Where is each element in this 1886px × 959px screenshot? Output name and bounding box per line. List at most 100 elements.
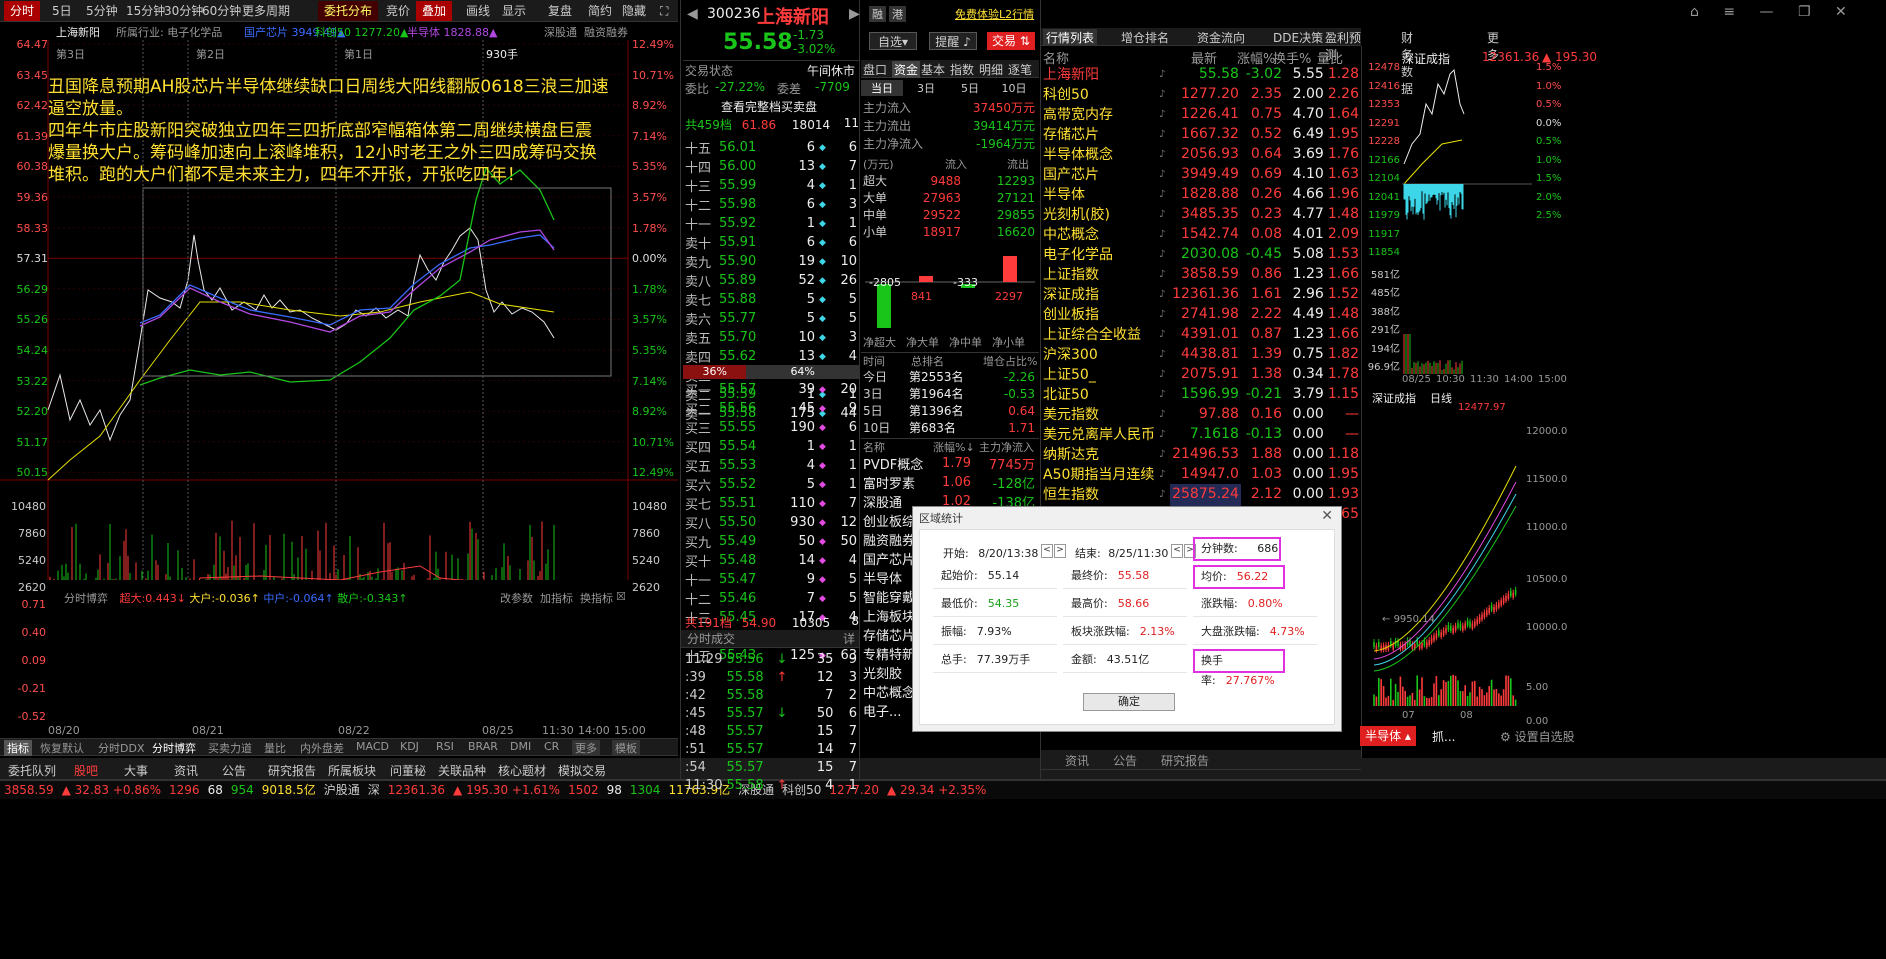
next-stock-icon[interactable]: ▶ xyxy=(849,6,860,22)
ind-tab[interactable]: 分时博弈 xyxy=(152,740,196,756)
bottom-tab[interactable]: 研究报告 xyxy=(268,762,316,779)
watch-row[interactable]: 电子化学品 ♪ 2030.08 -0.45 5.08 1.53 xyxy=(1041,244,1361,264)
watch-row[interactable]: 深证成指 ♪ 12361.36 1.61 2.96 1.52 xyxy=(1041,284,1361,304)
fullscreen-icon[interactable]: ⛶ xyxy=(654,1,674,21)
bell-icon[interactable]: ♪ xyxy=(1157,444,1170,464)
bell-icon[interactable]: ♪ xyxy=(1157,344,1170,364)
overlay-star50[interactable]: 科创50 1277.20▲ xyxy=(315,24,408,40)
buy-level[interactable]: 买五 55.53 4 ◆ 1 xyxy=(683,456,859,475)
close-window-icon[interactable]: ✕ xyxy=(1835,4,1847,20)
watch-row[interactable]: 光刻机(胶) ♪ 3485.35 0.23 4.77 1.48 xyxy=(1041,204,1361,224)
link-margin[interactable]: 融资融券 xyxy=(584,24,628,40)
tool-order-dist[interactable]: 委托分布 xyxy=(318,1,379,21)
watch-row[interactable]: 上海新阳 ♪ 55.58 -3.02 5.55 1.28 xyxy=(1041,64,1361,84)
tool-replay[interactable]: 复盘 xyxy=(542,1,578,21)
alert-button[interactable]: 提醒 ♪ xyxy=(929,32,977,50)
bell-icon[interactable]: ♪ xyxy=(1157,144,1170,164)
mini-intraday-chart[interactable] xyxy=(1402,64,1532,380)
watch-row[interactable]: A50期指当月连续 ♪ 14947.0 1.03 0.00 1.95 xyxy=(1041,464,1361,484)
bell-icon[interactable]: ♪ xyxy=(1157,484,1170,504)
start-prev-button[interactable]: < xyxy=(1041,544,1053,558)
tag-gang[interactable]: 港 xyxy=(889,6,906,22)
bell-icon[interactable]: ♪ xyxy=(1157,164,1170,184)
bottom-tab[interactable]: 委托队列 xyxy=(8,762,56,779)
sell-level[interactable]: 十三 55.99 4 ◆ 1 xyxy=(683,176,859,195)
grab-button[interactable]: 抓... xyxy=(1432,728,1455,745)
watch-row[interactable]: 科创50 ♪ 1277.20 2.35 2.00 2.26 xyxy=(1041,84,1361,104)
overlay-semi[interactable]: 半导体 1828.88▲ xyxy=(407,24,497,40)
skin-icon[interactable]: ⌂ xyxy=(1690,4,1699,20)
ind-tab[interactable]: 买卖力道 xyxy=(208,740,252,756)
full-book-button[interactable]: 查看完整档买卖盘 xyxy=(721,98,817,115)
concept-row[interactable]: PVDF概念 1.79 7745万 xyxy=(861,454,1037,473)
watch-row[interactable]: 高带宽内存 ♪ 1226.41 0.75 4.70 1.64 xyxy=(1041,104,1361,124)
watch-tab[interactable]: 资金流向 xyxy=(1197,29,1245,46)
buy-level[interactable]: 十二 55.46 7 ◆ 5 xyxy=(683,589,859,608)
buy-level[interactable]: 买三 55.55 190 ◆ 6 xyxy=(683,418,859,437)
l2-trial-link[interactable]: 免费体验L2行情 xyxy=(955,6,1034,22)
period-5min[interactable]: 5分钟 xyxy=(80,1,124,21)
link-sgt[interactable]: 深股通 xyxy=(544,24,577,40)
bell-icon[interactable]: ♪ xyxy=(1157,384,1170,404)
watch-row[interactable]: 半导体 ♪ 1828.88 0.26 4.66 1.96 xyxy=(1041,184,1361,204)
ind-tab[interactable]: 恢复默认 xyxy=(40,740,84,756)
bell-icon[interactable]: ♪ xyxy=(1157,424,1170,444)
maximize-icon[interactable]: ❐ xyxy=(1798,4,1811,20)
bell-icon[interactable]: ♪ xyxy=(1157,124,1170,144)
bell-icon[interactable]: ♪ xyxy=(1157,464,1170,484)
ind-tab[interactable]: MACD xyxy=(356,740,389,753)
bell-icon[interactable]: ♪ xyxy=(1157,324,1170,344)
semi-sector-button[interactable]: 半导体 ▴ xyxy=(1360,726,1416,746)
watch-row[interactable]: 上证综合全收益 ♪ 4391.01 0.87 1.23 1.66 xyxy=(1041,324,1361,344)
bell-icon[interactable]: ♪ xyxy=(1157,84,1170,104)
bell-icon[interactable]: ♪ xyxy=(1157,184,1170,204)
sell-level[interactable]: 卖五 55.70 10 ◆ 3 xyxy=(683,328,859,347)
buy-level[interactable]: 买七 55.51 110 ◆ 7 xyxy=(683,494,859,513)
settings-watchlist[interactable]: ⚙ 设置自选股 xyxy=(1500,728,1575,745)
watch-row[interactable]: 国产芯片 ♪ 3949.49 0.69 4.10 1.63 xyxy=(1041,164,1361,184)
watch-row[interactable]: 北证50 ♪ 1596.99 -0.21 3.79 1.15 xyxy=(1041,384,1361,404)
ind-add[interactable]: 加指标 xyxy=(540,590,573,606)
buy-level[interactable]: 买十 55.48 14 ◆ 4 xyxy=(683,551,859,570)
ind-tab[interactable]: KDJ xyxy=(400,740,419,753)
ind-tab[interactable]: CR xyxy=(544,740,559,753)
sell-level[interactable]: 卖六 55.77 5 ◆ 5 xyxy=(683,309,859,328)
buy-level[interactable]: 十一 55.47 9 ◆ 5 xyxy=(683,570,859,589)
flow-day-tab[interactable]: 10日 xyxy=(993,80,1035,96)
buy-level[interactable]: 买四 55.54 1 ◆ 1 xyxy=(683,437,859,456)
bell-icon[interactable]: ♪ xyxy=(1157,104,1170,124)
kline-chart[interactable] xyxy=(1366,406,1526,716)
watch-row[interactable]: 美元兑离岸人民币 ♪ 7.1618 -0.13 0.00— xyxy=(1041,424,1361,444)
bottom-tab[interactable]: 股吧 xyxy=(74,762,98,779)
buy-level[interactable]: 买六 55.52 5 ◆ 1 xyxy=(683,475,859,494)
sell-level[interactable]: 卖九 55.90 19 ◆ 10 xyxy=(683,252,859,271)
buy-level[interactable]: 买一 55.57 39 ◆ 20 xyxy=(683,380,859,399)
flow-day-tab[interactable]: 5日 xyxy=(949,80,991,96)
bottom-tab[interactable]: 资讯 xyxy=(174,762,198,779)
watch-bottom-tab[interactable]: 资讯 xyxy=(1065,752,1089,769)
flow-tab[interactable]: 盘口 xyxy=(863,61,887,78)
watch-tab[interactable]: 增仓排名 xyxy=(1121,29,1169,46)
ind-tab[interactable]: 更多 xyxy=(572,740,600,756)
chart-industry[interactable]: 所属行业: 电子化学品 xyxy=(116,24,222,40)
ind-param[interactable]: 改参数 xyxy=(500,590,533,606)
prev-stock-icon[interactable]: ◀ xyxy=(687,6,698,22)
watch-tab[interactable]: 行情列表 xyxy=(1043,29,1098,46)
flow-day-tab[interactable]: 3日 xyxy=(905,80,947,96)
watch-bottom-tab[interactable]: 公告 xyxy=(1113,752,1137,769)
tool-overlay[interactable]: 叠加 xyxy=(416,1,453,21)
bell-icon[interactable]: ♪ xyxy=(1157,224,1170,244)
sell-level[interactable]: 十五 56.01 6 ◆ 6 xyxy=(683,138,859,157)
flow-tab[interactable]: 明细 xyxy=(979,61,1003,78)
bell-icon[interactable]: ♪ xyxy=(1157,404,1170,424)
sell-level[interactable]: 卖七 55.88 5 ◆ 5 xyxy=(683,290,859,309)
watch-row[interactable]: 半导体概念 ♪ 2056.93 0.64 3.69 1.76 xyxy=(1041,144,1361,164)
bottom-tab[interactable]: 所属板块 xyxy=(328,762,376,779)
bell-icon[interactable]: ♪ xyxy=(1157,284,1170,304)
watch-row[interactable]: 存储芯片 ♪ 1667.32 0.52 6.49 1.95 xyxy=(1041,124,1361,144)
minimize-icon[interactable]: — xyxy=(1760,4,1774,20)
end-prev-button[interactable]: < xyxy=(1171,544,1183,558)
watch-row[interactable]: 中芯概念 ♪ 1542.74 0.08 4.01 2.09 xyxy=(1041,224,1361,244)
bottom-tab[interactable]: 关联品种 xyxy=(438,762,486,779)
watch-row[interactable]: 上证指数 ♪ 3858.59 0.86 1.23 1.66 xyxy=(1041,264,1361,284)
